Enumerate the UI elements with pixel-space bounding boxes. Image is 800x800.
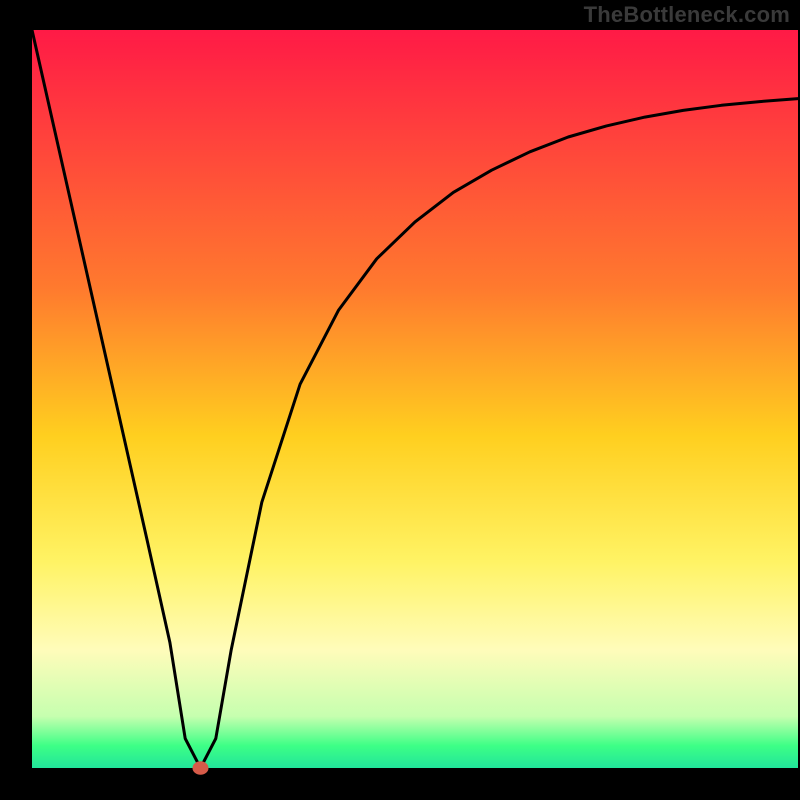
chart-frame: TheBottleneck.com [0,0,800,800]
plot-background [32,30,798,768]
optimum-marker [193,761,209,775]
bottleneck-chart [0,0,800,800]
watermark-label: TheBottleneck.com [584,2,790,28]
